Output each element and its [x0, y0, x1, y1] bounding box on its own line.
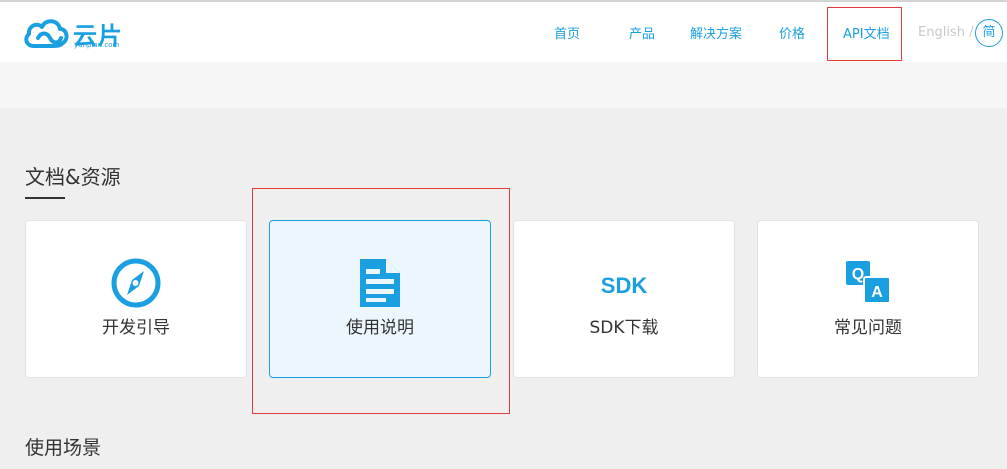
lang-chinese-button[interactable]: 简 [975, 19, 1003, 47]
nav-pricing[interactable]: 价格 [779, 23, 805, 42]
usage-docs-highlight-box [252, 188, 510, 414]
card-faq[interactable]: Q A 常见问题 [757, 220, 979, 378]
logo[interactable]: 云片 yunpian.com [22, 13, 142, 53]
cloud-icon [24, 19, 69, 48]
card-label: 常见问题 [834, 318, 902, 338]
docs-section-title: 文档&资源 [25, 165, 121, 189]
qa-icon-a: A [871, 284, 883, 301]
logo-subtext: yunpian.com [74, 41, 120, 49]
card-label: SDK下载 [589, 318, 659, 338]
qa-icon: Q A [844, 257, 892, 313]
scenarios-section-title: 使用场景 [25, 437, 102, 459]
sub-header-bar [0, 62, 1007, 108]
nav-solutions[interactable]: 解决方案 [690, 23, 742, 42]
card-dev-guide[interactable]: 开发引导 [25, 220, 247, 378]
nav-products[interactable]: 产品 [629, 23, 655, 42]
nav-home[interactable]: 首页 [554, 23, 580, 42]
compass-icon [110, 257, 162, 313]
section-underline [25, 197, 65, 199]
top-header: 云片 yunpian.com 首页 产品 解决方案 价格 API文档 Engli… [0, 2, 1007, 62]
card-sdk-download[interactable]: SDK SDK下载 [513, 220, 735, 378]
sdk-icon-text: SDK [601, 273, 648, 298]
lang-english[interactable]: English / [918, 25, 973, 40]
api-docs-highlight-box [827, 7, 902, 61]
card-label: 开发引导 [102, 318, 170, 338]
qa-icon-q: Q [852, 266, 864, 283]
sdk-icon: SDK [594, 257, 654, 313]
